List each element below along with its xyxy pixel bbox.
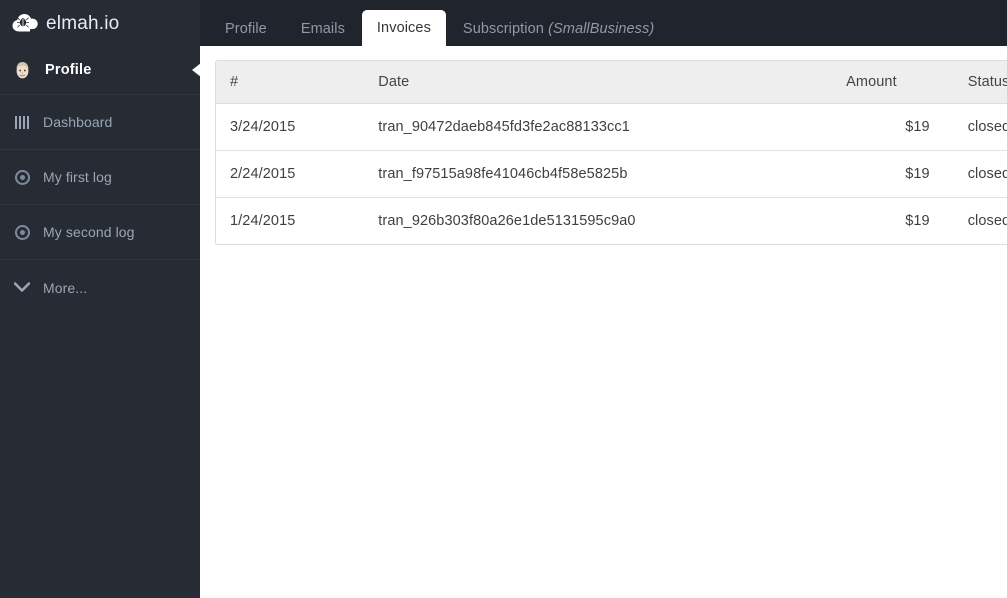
content-area: # Date Amount Status Invoice 3/24/2015 t… xyxy=(200,46,1007,598)
tab-label: Subscription xyxy=(462,21,544,37)
cell-status: closed xyxy=(953,197,1007,244)
table-header: # Date Amount Status Invoice xyxy=(216,61,1007,104)
chevron-down-icon xyxy=(13,279,31,297)
invoices-table-container: # Date Amount Status Invoice 3/24/2015 t… xyxy=(215,60,1007,245)
table-header-row: # Date Amount Status Invoice xyxy=(216,61,1007,104)
table-row: 2/24/2015 tran_f97515a98fe41046cb4f58e58… xyxy=(216,150,1007,198)
cell-date: tran_90472daeb845fd3fe2ac88133cc1 xyxy=(378,119,630,135)
cell-amount: $19 xyxy=(905,119,930,135)
sidebar-item-my-second-log[interactable]: My second log xyxy=(0,205,200,260)
sidebar-item-my-first-log[interactable]: My first log xyxy=(0,150,200,205)
tab-invoices[interactable]: Invoices xyxy=(361,10,446,46)
table-row: 1/24/2015 tran_926b303f80a26e1de5131595c… xyxy=(216,197,1007,244)
sidebar-profile-label: Profile xyxy=(45,62,92,78)
cell-amount: $19 xyxy=(832,197,954,244)
tab-label: Invoices xyxy=(376,20,431,36)
tab-label: Profile xyxy=(225,21,267,37)
tab-subscription[interactable]: Subscription (SmallBusiness) xyxy=(446,13,671,46)
cell-date: tran_f97515a98fe41046cb4f58e5825b xyxy=(364,150,833,198)
cell-amount: $19 xyxy=(832,150,954,198)
brand-name: elmah.io xyxy=(46,12,120,34)
sidebar-item-dashboard[interactable]: Dashboard xyxy=(0,95,200,150)
sidebar-item-label: More... xyxy=(43,279,88,296)
cell-number: 3/24/2015 xyxy=(230,119,296,135)
column-header-status[interactable]: Status xyxy=(953,61,1007,104)
brand[interactable]: elmah.io xyxy=(0,0,200,46)
cell-status: closed xyxy=(967,119,1007,135)
column-header-number[interactable]: # xyxy=(216,61,365,104)
table-row: 3/24/2015 tran_90472daeb845fd3fe2ac88133… xyxy=(216,104,1007,151)
sidebar-item-profile[interactable]: Profile xyxy=(0,46,201,95)
topbar: Profile Emails Invoices Subscription (Sm… xyxy=(200,0,1007,46)
cell-number: 1/24/2015 xyxy=(216,197,365,244)
tab-label: Emails xyxy=(300,21,345,37)
column-header-amount[interactable]: Amount xyxy=(832,61,954,104)
sidebar-item-label: My first log xyxy=(43,169,112,185)
sidebar: elmah.io Profile Dashboard My first log … xyxy=(0,0,201,598)
invoices-table: # Date Amount Status Invoice 3/24/2015 t… xyxy=(216,61,1007,244)
column-header-date[interactable]: Date xyxy=(364,61,833,104)
caret-left-marker-icon xyxy=(192,63,201,77)
tab-emails[interactable]: Emails xyxy=(284,13,362,46)
tab-bar: Profile Emails Invoices Subscription (Sm… xyxy=(200,0,671,46)
cell-status: closed xyxy=(953,150,1007,198)
circle-dot-icon xyxy=(13,223,31,241)
cell-number: 2/24/2015 xyxy=(216,150,365,198)
cloud-bug-icon xyxy=(12,14,38,32)
app-root: elmah.io Profile Dashboard My first log … xyxy=(0,0,1007,598)
tab-profile[interactable]: Profile xyxy=(208,13,284,46)
table-body: 3/24/2015 tran_90472daeb845fd3fe2ac88133… xyxy=(216,104,1007,244)
sidebar-item-label: Dashboard xyxy=(43,114,113,130)
sidebar-item-label: My second log xyxy=(43,224,135,240)
avatar-face-icon xyxy=(12,59,33,81)
circle-dot-icon xyxy=(13,168,31,186)
sidebar-item-more[interactable]: More... xyxy=(0,260,200,315)
tab-subscription-plan: (SmallBusiness) xyxy=(548,21,655,37)
bar-chart-icon xyxy=(13,113,31,131)
cell-date: tran_926b303f80a26e1de5131595c9a0 xyxy=(364,197,833,244)
